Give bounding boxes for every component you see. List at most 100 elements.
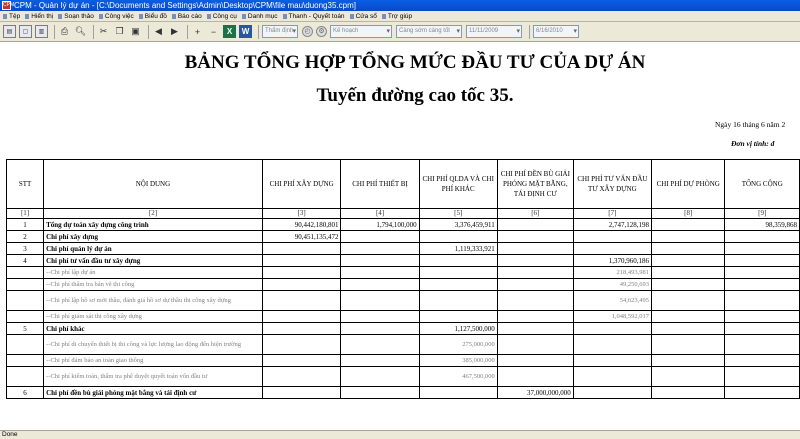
excel-export-icon[interactable]: X <box>223 25 236 38</box>
menu-edit[interactable]: Soạn thảo <box>58 13 99 20</box>
end-date-picker[interactable]: 6/16/2010 <box>533 25 579 38</box>
schedule-constraint-select[interactable]: Càng sớm càng tốt <box>396 25 462 38</box>
header-contingency: CHI PHÍ DỰ PHÒNG <box>650 159 726 209</box>
menu-settlement[interactable]: Thanh - Quyết toán <box>282 13 350 20</box>
menu-view[interactable]: Hiển thị <box>25 13 58 20</box>
menu-charts[interactable]: Biểu đồ <box>138 13 172 20</box>
table-row[interactable]: --Chi phí lập dự án 218,493,981 <box>5 266 800 279</box>
row-value-cell <box>650 310 726 323</box>
word-export-icon[interactable]: W <box>239 25 252 38</box>
plan-select[interactable]: Kế hoạch <box>330 25 392 38</box>
table-row[interactable]: 6 Chi phí đền bù giải phóng mặt bằng và t… <box>5 386 800 399</box>
menu-tasks[interactable]: Công việc <box>98 13 139 20</box>
row-value-cell <box>496 334 574 355</box>
toolbar-separator <box>148 24 149 39</box>
row-value-cell <box>418 254 498 267</box>
table-row[interactable]: 1 Tổng dự toán xây dựng công trình 90,442,… <box>5 218 800 231</box>
cut-icon[interactable]: ✂ <box>97 25 110 38</box>
table-row[interactable]: 3 Chi phí quản lý dự án 1,119,333,921 <box>5 242 800 255</box>
row-value-cell: 1,119,333,921 <box>418 242 498 255</box>
table-row[interactable]: --Chi phí giám sát thi công xây dựng 1,04… <box>5 310 800 323</box>
row-value-cell: 385,000,000 <box>418 354 498 367</box>
table-body: 1 Tổng dự toán xây dựng công trình 90,442,… <box>5 218 800 399</box>
menu-reports[interactable]: Báo cáo <box>171 13 207 20</box>
report-subtitle: Tuyến đường cao tốc 35. <box>316 85 514 106</box>
row-value-cell <box>261 322 342 335</box>
table-row[interactable]: --Chi phí lập hồ sơ mời thầu, đánh giá h… <box>5 290 800 311</box>
row-value-cell <box>261 366 342 387</box>
row-stt-cell: 6 <box>5 386 45 399</box>
back-arrow-icon[interactable]: ◀ <box>152 25 165 38</box>
forward-arrow-icon[interactable]: ▶ <box>168 25 181 38</box>
row-stt-cell: 2 <box>5 230 45 243</box>
row-stt-cell: 3 <box>5 242 45 255</box>
menu-file[interactable]: Tệp <box>3 13 25 20</box>
row-value-cell <box>496 366 574 387</box>
row-value-cell <box>340 310 420 323</box>
row-content-cell: --Chi phí giám sát thi công xây dựng <box>43 310 263 323</box>
table-row[interactable]: --Chi phí thẩm tra bản vẽ thi công 49,250… <box>5 278 800 291</box>
row-value-cell <box>650 278 726 291</box>
settings-gear-icon[interactable]: ⚙ <box>316 26 327 37</box>
row-value-cell: 1,794,100,000 <box>340 218 420 231</box>
header-content: NỘI DUNG <box>43 159 263 209</box>
row-value-cell <box>724 354 800 367</box>
app-icon: CPM <box>2 1 15 10</box>
investment-summary-table: STT NỘI DUNG CHI PHÍ XÂY DỰNG CHI PHÍ TH… <box>5 159 800 399</box>
menu-tools[interactable]: Công cụ <box>206 13 242 20</box>
header-management: CHI PHÍ QLDA VÀ CHI PHÍ KHÁC <box>418 159 498 209</box>
row-value-cell <box>340 322 420 335</box>
menu-window[interactable]: Cửa sổ <box>349 13 382 20</box>
zoom-out-icon[interactable]: − <box>207 25 220 38</box>
zoom-in-icon[interactable]: + <box>191 25 204 38</box>
row-stt-cell <box>5 266 45 279</box>
row-stt-cell <box>5 366 45 387</box>
open-file-icon[interactable]: ▥ <box>35 25 48 38</box>
row-value-cell <box>261 254 342 267</box>
row-value-cell <box>340 266 420 279</box>
row-content-cell: Chi phí khác <box>43 322 263 335</box>
row-stt-cell <box>5 290 45 311</box>
print-icon[interactable]: ⎙ <box>58 25 71 38</box>
row-value-cell <box>650 290 726 311</box>
save-icon[interactable]: ▤ <box>3 25 16 38</box>
menu-bar: Tệp Hiển thị Soạn thảo Công việc Biểu đồ… <box>0 11 800 22</box>
status-text: Done <box>2 431 18 438</box>
row-value-cell <box>724 322 800 335</box>
row-value-cell <box>496 254 574 267</box>
row-value-cell <box>650 334 726 355</box>
table-row[interactable]: 4 Chi phí tư vấn đầu tư xây dựng 1,370,960… <box>5 254 800 267</box>
header-compensation: CHI PHÍ ĐỀN BÙ GIẢI PHÓNG MẶT BẰNG, TÁI … <box>496 159 574 209</box>
row-value-cell <box>572 230 652 243</box>
table-row[interactable]: 5 Chi phí khác 1,127,500,000 <box>5 322 800 335</box>
view-mode-select[interactable]: Thẩm định <box>262 25 298 38</box>
print-preview-icon[interactable]: 🔍︎ <box>74 25 87 38</box>
row-value-cell: 90,451,135,472 <box>261 230 342 243</box>
row-content-cell: Chi phí đền bù giải phóng mặt bằng và tá… <box>43 386 263 399</box>
table-row[interactable]: 2 Chi phí xây dựng 90,451,135,472 <box>5 230 800 243</box>
menu-help[interactable]: Trợ giúp <box>381 13 417 20</box>
row-value-cell <box>724 366 800 387</box>
header-stt: STT <box>5 159 45 209</box>
table-row[interactable]: --Chi phí kiểm toán, thẩm tra phê duyệt … <box>5 366 800 387</box>
row-value-cell <box>418 266 498 279</box>
table-header-row: STT NỘI DUNG CHI PHÍ XÂY DỰNG CHI PHÍ TH… <box>5 159 800 209</box>
new-file-icon[interactable]: ▢ <box>19 25 32 38</box>
row-value-cell: 1,127,500,000 <box>418 322 498 335</box>
toolbar-separator <box>529 24 530 39</box>
row-stt-cell: 1 <box>5 218 45 231</box>
window-title-bar[interactable]: CPM CPM - Quản lý dự án - [C:\Documents … <box>0 0 800 11</box>
table-row[interactable]: --Chi phí di chuyển thiết bị thi công và… <box>5 334 800 355</box>
paste-icon[interactable]: ▣ <box>129 25 142 38</box>
clock-icon[interactable]: ◴ <box>302 26 313 37</box>
copy-icon[interactable]: ❐ <box>113 25 126 38</box>
row-value-cell <box>572 242 652 255</box>
row-stt-cell <box>5 334 45 355</box>
table-row[interactable]: --Chi phí đảm bảo an toàn giao thông 385,… <box>5 354 800 367</box>
row-value-cell <box>496 354 574 367</box>
start-date-picker[interactable]: 11/11/2009 <box>466 25 522 38</box>
row-value-cell <box>572 334 652 355</box>
row-value-cell <box>572 322 652 335</box>
row-value-cell <box>724 290 800 311</box>
menu-catalog[interactable]: Danh mục <box>241 13 283 20</box>
